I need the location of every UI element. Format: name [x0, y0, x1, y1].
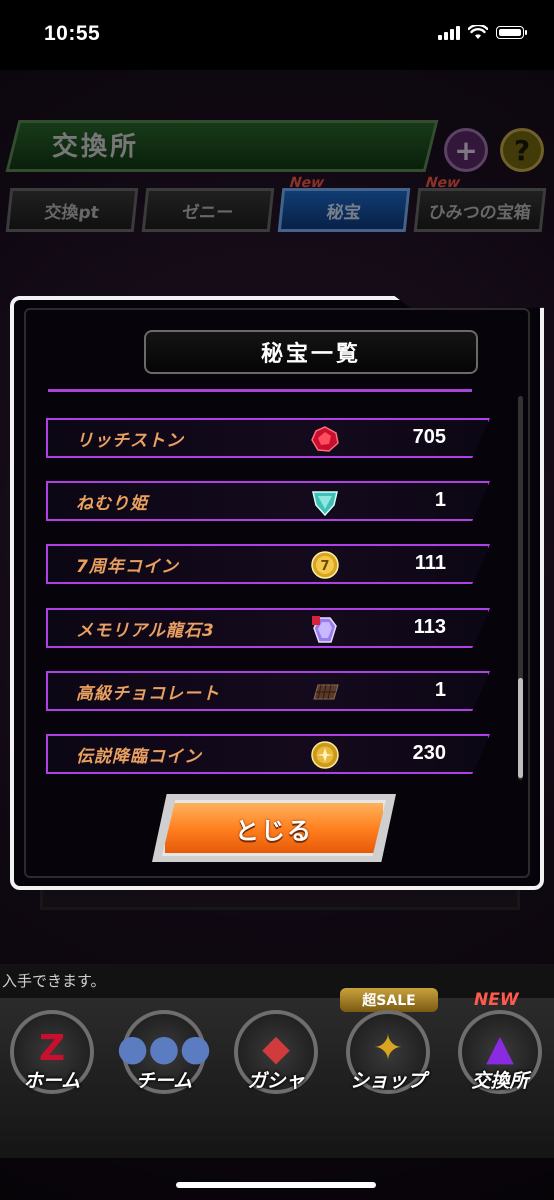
close-button[interactable]: とじる	[162, 800, 386, 856]
list-item: 7周年コイン 7 111	[46, 544, 490, 584]
scrollbar-thumb[interactable]	[518, 678, 523, 778]
item-count: 111	[414, 552, 446, 574]
nav-team[interactable]: ●●● チーム	[114, 1010, 214, 1110]
nav-label: ガシャ	[247, 1070, 305, 1092]
chocolate-bar-icon	[313, 684, 339, 700]
item-name: 高級チョコレート	[76, 684, 220, 704]
status-bar: 10:55	[0, 0, 554, 70]
nav-shop[interactable]: ✦ ショップ	[338, 1010, 438, 1110]
item-count: 1	[434, 679, 446, 701]
modal-title-box: 秘宝一覧	[144, 330, 478, 374]
hint-text: 入手できます。	[2, 972, 106, 990]
nav-exchange[interactable]: ▲ 交換所	[450, 1010, 550, 1110]
new-badge: NEW	[474, 990, 519, 1010]
item-count: 230	[412, 742, 446, 764]
status-icons	[438, 24, 527, 40]
nav-label: ホーム	[23, 1070, 81, 1092]
close-button-label: とじる	[235, 816, 313, 845]
list-item: ねむり姫 1	[46, 481, 490, 521]
gold-7-coin-icon: 7	[311, 551, 339, 579]
nav-gasha[interactable]: ◆ ガシャ	[226, 1010, 326, 1110]
purple-crystal-icon	[312, 616, 337, 643]
wifi-icon	[468, 24, 488, 39]
nav-label: ショップ	[349, 1070, 426, 1092]
item-count: 705	[412, 426, 446, 448]
sale-badge: 超SALE	[340, 988, 438, 1012]
nav-label: チーム	[135, 1070, 193, 1092]
gold-coin-icon	[311, 741, 339, 769]
item-name: 伝説降臨コイン	[76, 747, 202, 767]
svg-text:7: 7	[320, 559, 329, 574]
nav-label: 交換所	[471, 1070, 529, 1092]
modal-title: 秘宝一覧	[260, 342, 361, 367]
item-name: メモリアル龍石3	[76, 621, 215, 641]
battery-icon	[496, 25, 527, 39]
list-item: 高級チョコレート 1	[46, 671, 490, 711]
nav-home[interactable]: Z ホーム	[2, 1010, 102, 1110]
item-name: リッチストン	[76, 431, 184, 451]
item-count: 113	[413, 616, 446, 638]
list-item: メモリアル龍石3 113	[46, 608, 490, 648]
item-count: 1	[434, 489, 446, 511]
red-gem-icon	[311, 426, 339, 452]
modal-inner-frame	[24, 308, 530, 878]
signal-icon	[438, 24, 460, 40]
teal-shield-gem-icon	[312, 491, 338, 517]
item-name: 7周年コイン	[76, 557, 179, 577]
status-time: 10:55	[44, 22, 101, 45]
list-item: 伝説降臨コイン 230	[46, 734, 490, 774]
home-indicator	[176, 1182, 376, 1188]
list-item: リッチストン 705	[46, 418, 490, 458]
item-name: ねむり姫	[76, 494, 148, 514]
title-divider	[48, 389, 472, 392]
